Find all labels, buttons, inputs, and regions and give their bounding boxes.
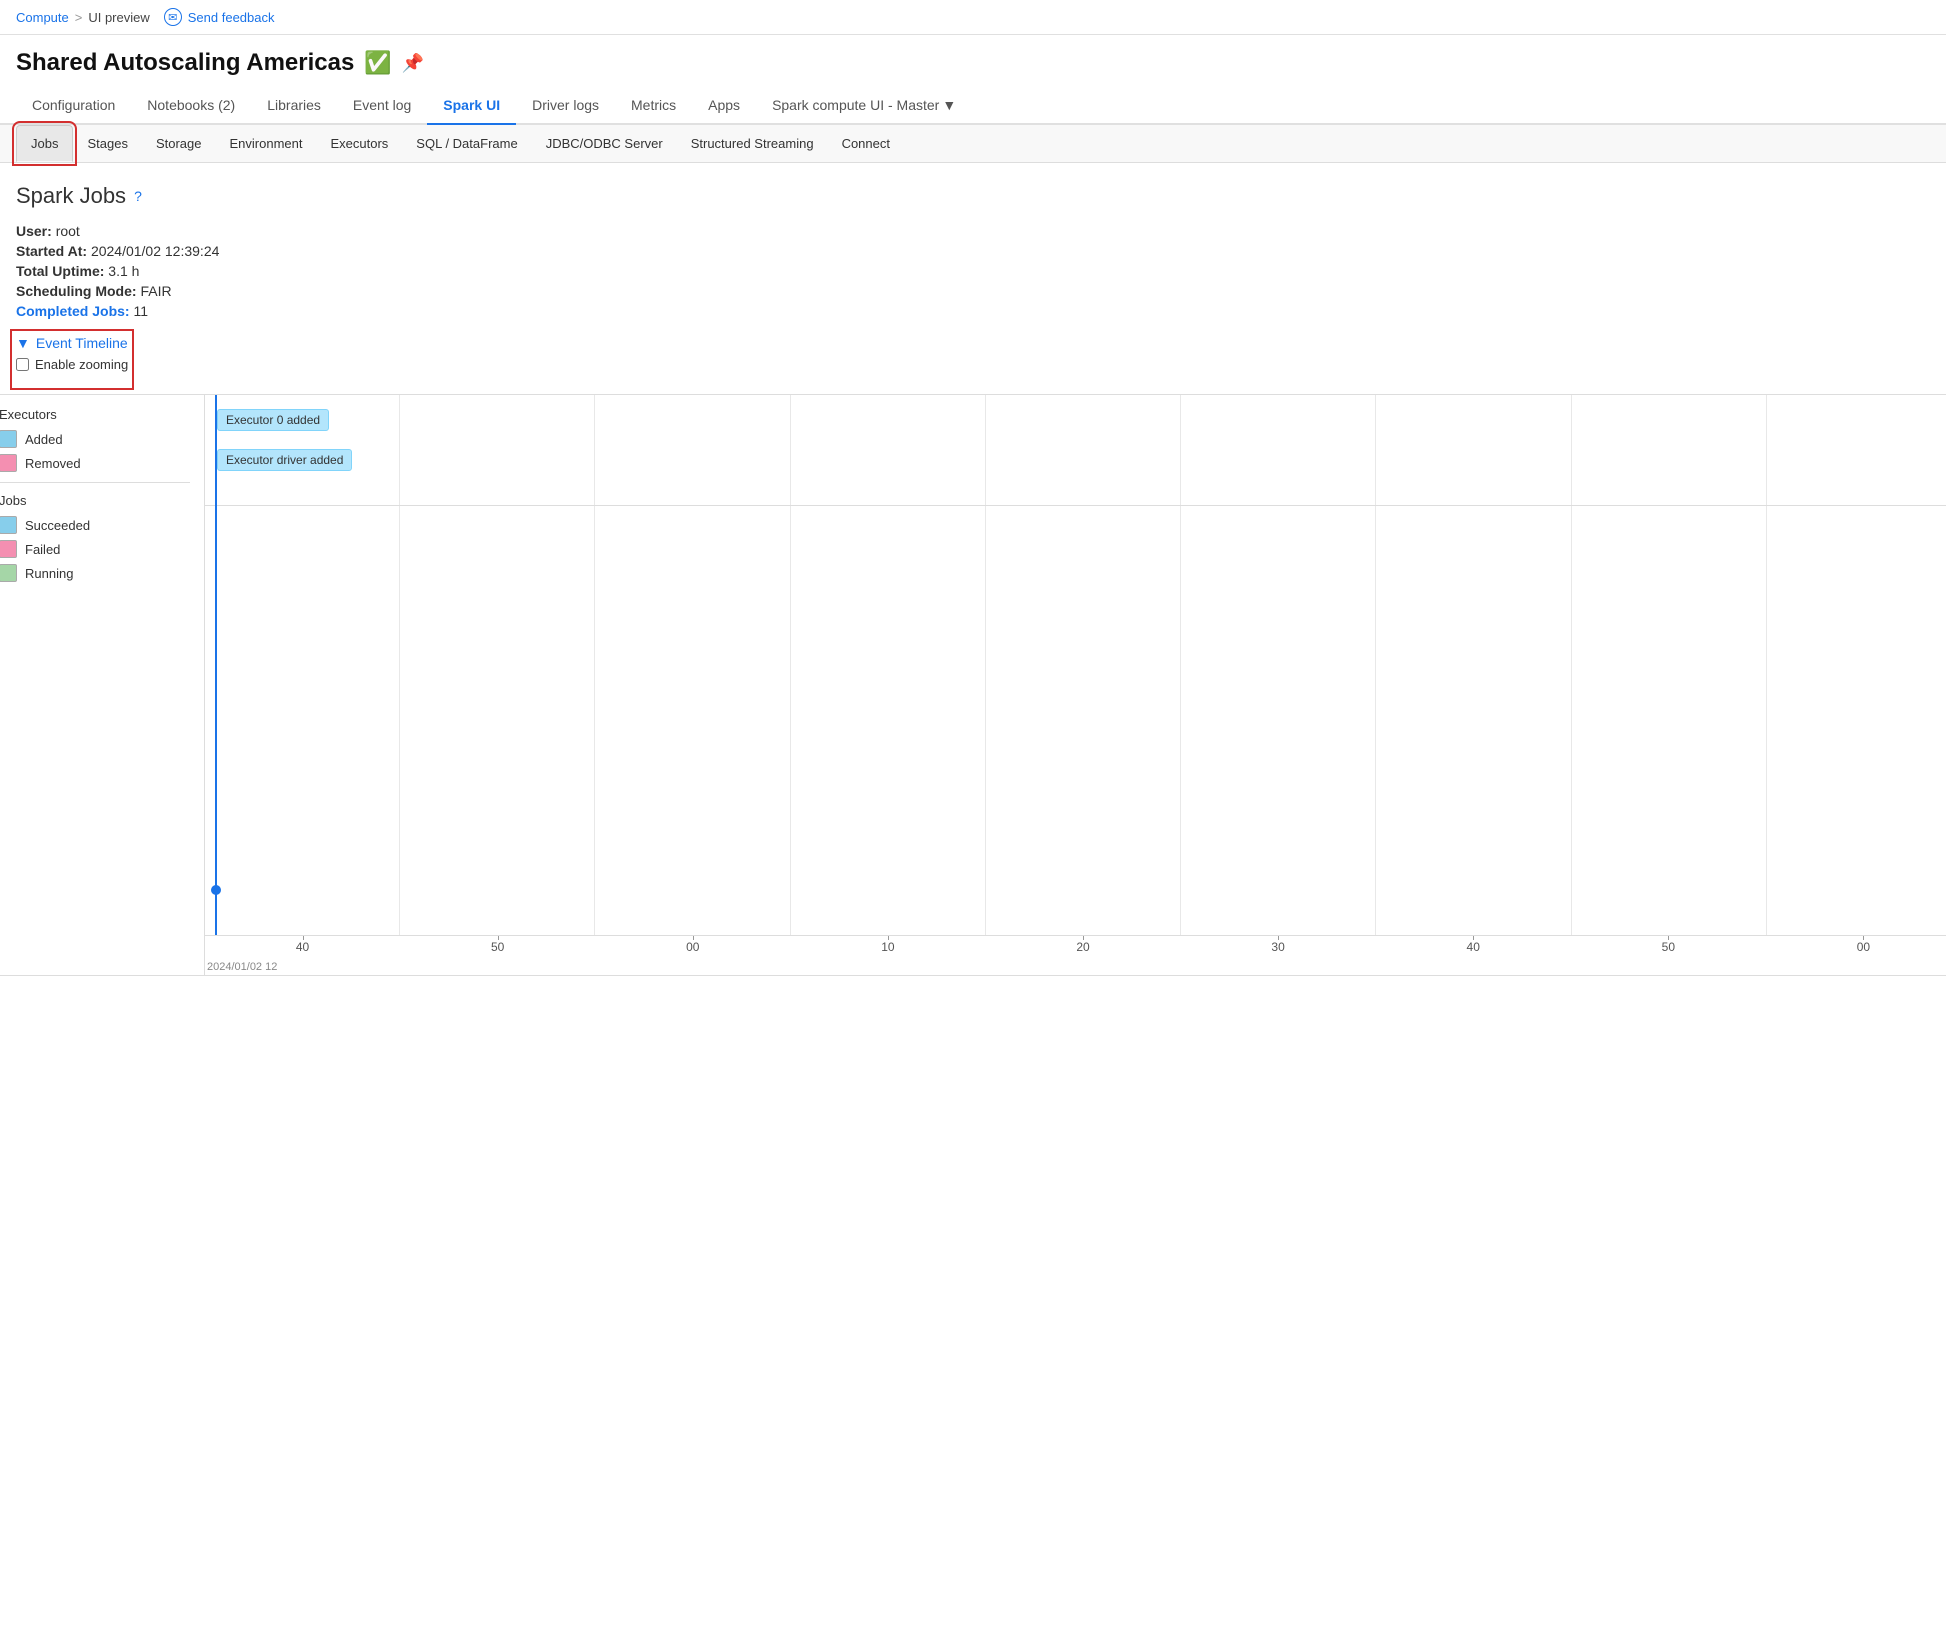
spark-nav-executors[interactable]: Executors [316,126,402,161]
grid-col-2 [400,395,595,935]
main-content: Spark Jobs ? User: root Started At: 2024… [0,163,1946,388]
time-label-40b: 40 [1376,940,1571,954]
jobs-legend-title: Jobs [0,493,190,508]
time-indicator-dot [211,885,221,895]
tab-event-log[interactable]: Event log [337,87,427,125]
executors-legend-title: Executors [0,407,190,422]
time-label-10: 10 [790,940,985,954]
completed-jobs-row: Completed Jobs: 11 [16,303,1930,319]
tab-driver-logs[interactable]: Driver logs [516,87,615,125]
timeline-chart: Executor 0 added Executor driver added 4… [205,395,1946,975]
feedback-icon: ✉ [164,8,182,26]
legend-removed-box [0,454,17,472]
executor-driver-added-badge: Executor driver added [217,449,352,471]
breadcrumb-bar: Compute > UI preview ✉ Send feedback [0,0,1946,35]
time-date-sublabel: 2024/01/02 12 [207,961,277,973]
grid-col-3 [595,395,790,935]
spark-nav-bar: Jobs Stages Storage Environment Executor… [0,125,1946,163]
timeline-container: Executors Added Removed Jobs Succeeded F… [0,394,1946,976]
tab-configuration[interactable]: Configuration [16,87,131,125]
timeline-legend: Executors Added Removed Jobs Succeeded F… [0,395,205,975]
spark-nav-jdbc-odbc[interactable]: JDBC/ODBC Server [532,126,677,161]
enable-zooming-checkbox[interactable] [16,358,29,371]
executor-0-added-badge: Executor 0 added [217,409,329,431]
legend-removed: Removed [0,454,190,472]
tab-spark-compute-ui[interactable]: Spark compute UI - Master ▼ [756,87,972,125]
started-at-row: Started At: 2024/01/02 12:39:24 [16,243,1930,259]
grid-col-4 [791,395,986,935]
grid-col-7 [1376,395,1571,935]
spark-nav-environment[interactable]: Environment [216,126,317,161]
legend-running: Running [0,564,190,582]
time-label-30: 30 [1181,940,1376,954]
time-label-40: 40 [205,940,400,954]
spark-nav-stages[interactable]: Stages [73,126,141,161]
spark-nav-connect[interactable]: Connect [828,126,904,161]
grid-col-9 [1767,395,1946,935]
spark-nav-structured-streaming[interactable]: Structured Streaming [677,126,828,161]
page-title: Shared Autoscaling Americas [16,49,354,77]
time-axis: 40 50 00 10 20 30 40 50 00 [205,935,1946,975]
legend-added-box [0,430,17,448]
time-label-00b: 00 [1766,940,1946,954]
grid-col-8 [1572,395,1767,935]
time-label-50: 50 [400,940,595,954]
legend-added: Added [0,430,190,448]
legend-divider [0,482,190,483]
total-uptime-row: Total Uptime: 3.1 h [16,263,1930,279]
grid-col-6 [1181,395,1376,935]
time-indicator-line [215,395,217,935]
tab-apps[interactable]: Apps [692,87,756,125]
time-label-00a: 00 [595,940,790,954]
timeline-grid [205,395,1946,935]
tab-spark-ui[interactable]: Spark UI [427,87,516,125]
enable-zoom-row: Enable zooming [16,357,128,372]
chevron-down-icon: ▼ [16,335,30,351]
time-label-20: 20 [985,940,1180,954]
legend-succeeded: Succeeded [0,516,190,534]
grid-col-5 [986,395,1181,935]
tab-metrics[interactable]: Metrics [615,87,692,125]
chevron-down-icon: ▼ [942,97,956,113]
user-row: User: root [16,223,1930,239]
status-active-icon: ✅ [364,50,391,76]
breadcrumb-separator: > [75,10,83,25]
send-feedback-button[interactable]: ✉ Send feedback [164,8,275,26]
event-timeline-section: ▼ Event Timeline Enable zooming [16,335,128,384]
scheduling-mode-row: Scheduling Mode: FAIR [16,283,1930,299]
spark-nav-storage[interactable]: Storage [142,126,216,161]
spark-nav-sql-dataframe[interactable]: SQL / DataFrame [402,126,531,161]
spark-jobs-title: Spark Jobs ? [16,183,1930,209]
time-label-50b: 50 [1571,940,1766,954]
spark-nav-jobs[interactable]: Jobs [16,125,73,162]
timeline-inner: Executors Added Removed Jobs Succeeded F… [0,395,1946,975]
spark-jobs-info: User: root Started At: 2024/01/02 12:39:… [16,223,1930,319]
breadcrumb-compute[interactable]: Compute [16,10,69,25]
breadcrumb-current: UI preview [88,10,149,25]
legend-failed: Failed [0,540,190,558]
page-title-bar: Shared Autoscaling Americas ✅ 📌 [0,35,1946,87]
tab-libraries[interactable]: Libraries [251,87,337,125]
grid-col-1 [205,395,400,935]
tab-notebooks[interactable]: Notebooks (2) [131,87,251,125]
legend-running-box [0,564,17,582]
executor-section-divider [205,505,1946,506]
help-icon[interactable]: ? [134,188,142,204]
legend-failed-box [0,540,17,558]
pin-icon[interactable]: 📌 [402,53,424,74]
legend-succeeded-box [0,516,17,534]
event-timeline-toggle[interactable]: ▼ Event Timeline [16,335,128,351]
top-tab-bar: Configuration Notebooks (2) Libraries Ev… [0,87,1946,125]
